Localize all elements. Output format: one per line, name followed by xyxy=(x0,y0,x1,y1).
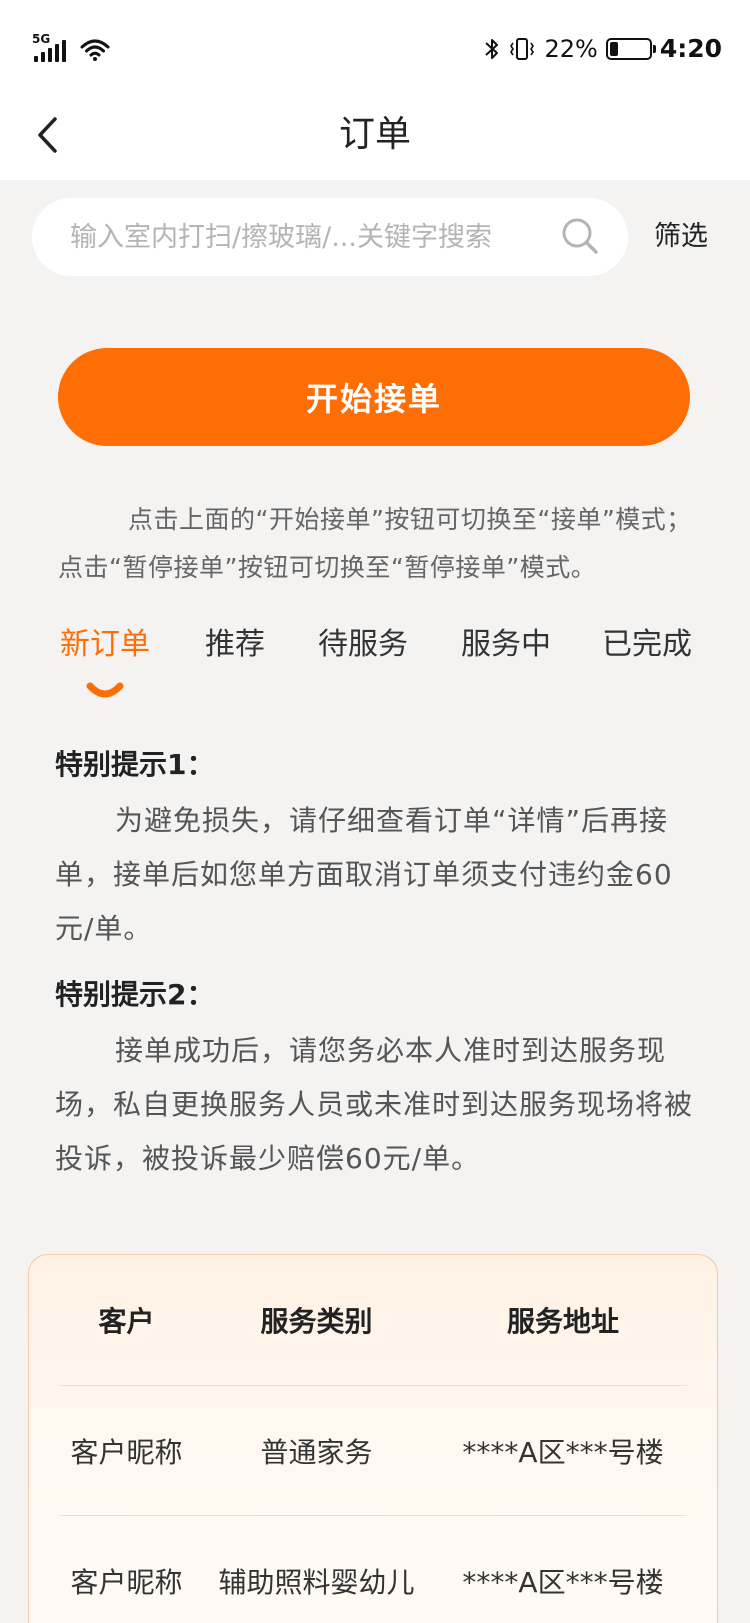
vibrate-icon xyxy=(510,37,535,60)
clock: 4:20 xyxy=(659,34,722,63)
table-header-row: 客户 服务类别 服务地址 xyxy=(59,1255,687,1385)
tab-pending-service[interactable]: 待服务 xyxy=(318,618,408,672)
active-tab-indicator xyxy=(86,682,124,698)
search-input[interactable] xyxy=(70,221,540,253)
battery-fill xyxy=(609,41,618,56)
status-bar: 5G 22% 4:20 xyxy=(0,0,750,100)
table-row[interactable]: 客户昵称 辅助照料婴幼儿 ****A区***号楼 xyxy=(59,1515,687,1623)
notice-2-body: 接单成功后，请您务必本人准时到达服务现场，私自更换服务人员或未准时到达服务现场将… xyxy=(55,1034,694,1175)
bluetooth-icon xyxy=(485,38,499,59)
order-table-card: 客户 服务类别 服务地址 客户昵称 普通家务 ****A区***号楼 客户昵称 … xyxy=(28,1254,718,1623)
page-title: 订单 xyxy=(338,114,411,155)
mode-hint-text: 点击上面的“开始接单”按钮可切换至“接单”模式；点击“暂停接单”按钮可切换至“暂… xyxy=(58,505,692,582)
cell-customer: 客户昵称 xyxy=(70,1566,183,1599)
cell-service-address: ****A区***号楼 xyxy=(462,1566,664,1599)
header-service-address: 服务地址 xyxy=(506,1305,619,1338)
tab-recommended[interactable]: 推荐 xyxy=(205,618,265,672)
header-customer: 客户 xyxy=(98,1305,155,1338)
status-left: 5G xyxy=(32,32,110,62)
start-accepting-button[interactable]: 开始接单 xyxy=(58,348,690,446)
header-service-type: 服务类别 xyxy=(260,1305,373,1338)
nav-bar: 订单 xyxy=(0,90,750,180)
wifi-icon xyxy=(80,39,110,61)
battery-icon xyxy=(605,37,656,60)
cell-service-type: 普通家务 xyxy=(260,1436,373,1469)
notice-2-title: 特别提示2： xyxy=(55,978,215,1011)
cell-service-address: ****A区***号楼 xyxy=(462,1436,664,1469)
filter-button[interactable]: 筛选 xyxy=(654,214,708,260)
battery-percent: 22% xyxy=(544,34,598,63)
search-icon[interactable] xyxy=(560,216,600,256)
notice-1-body: 为避免损失，请仔细查看订单“详情”后再接单，接单后如您单方面取消订单须支付违约金… xyxy=(55,804,673,945)
search-bar xyxy=(32,198,628,276)
cell-customer: 客户昵称 xyxy=(70,1436,183,1469)
notice-1-title: 特别提示1： xyxy=(55,748,215,781)
tab-new-orders[interactable]: 新订单 xyxy=(60,618,150,672)
tab-in-service[interactable]: 服务中 xyxy=(461,618,551,672)
status-right: 22% 4:20 xyxy=(484,34,722,63)
network-type: 5G xyxy=(32,32,51,46)
tab-completed[interactable]: 已完成 xyxy=(602,618,692,672)
table-row[interactable]: 客户昵称 普通家务 ****A区***号楼 xyxy=(59,1385,687,1515)
cell-service-type: 辅助照料婴幼儿 xyxy=(218,1566,415,1599)
